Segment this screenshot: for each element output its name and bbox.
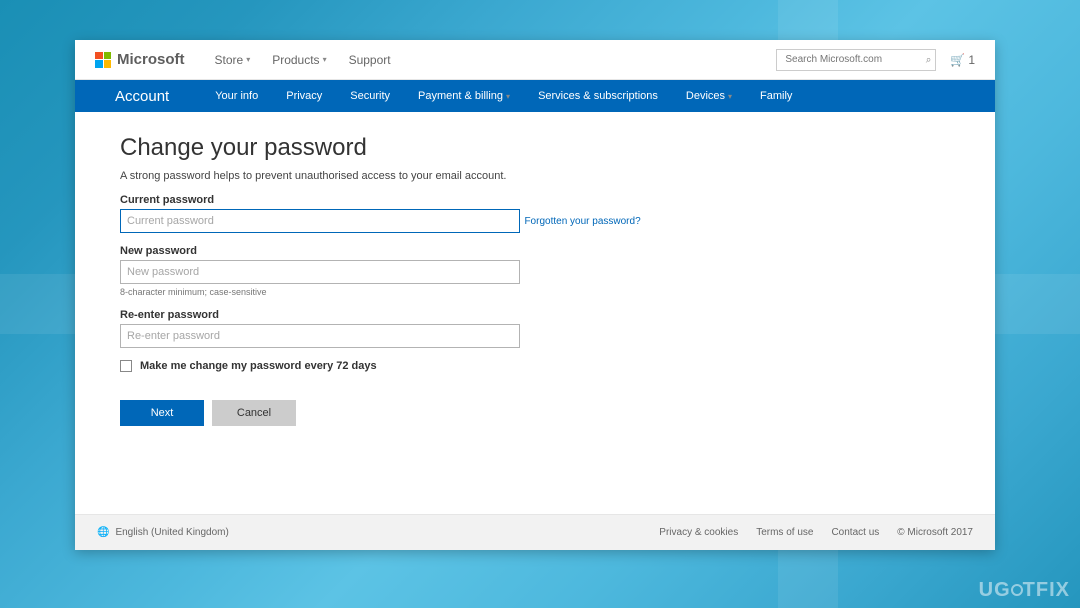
footer-terms-link[interactable]: Terms of use (756, 527, 813, 538)
top-menu: Store ▾ Products ▾ Support (215, 53, 391, 67)
chevron-down-icon: ▾ (728, 92, 732, 101)
footer-locale[interactable]: 🌐 English (United Kingdom) (97, 527, 229, 538)
change-interval-row: Make me change my password every 72 days (120, 360, 950, 372)
chevron-down-icon: ▾ (506, 92, 510, 101)
change-interval-checkbox[interactable] (120, 360, 132, 372)
microsoft-logo[interactable]: Microsoft (95, 51, 185, 68)
search-wrapper: ⌕ (776, 49, 936, 71)
cart-count: 1 (968, 53, 975, 67)
top-menu-support[interactable]: Support (349, 53, 391, 67)
button-row: Next Cancel (120, 400, 950, 426)
current-password-input[interactable] (120, 209, 520, 233)
footer: 🌐 English (United Kingdom) Privacy & coo… (75, 514, 995, 550)
page-title: Change your password (120, 134, 950, 162)
nav-devices[interactable]: Devices▾ (686, 90, 732, 102)
browser-window: Microsoft Store ▾ Products ▾ Support ⌕ 🛒… (75, 40, 995, 550)
reenter-password-input[interactable] (120, 324, 520, 348)
new-password-label: New password (120, 245, 950, 257)
footer-copyright: © Microsoft 2017 (897, 527, 973, 538)
chevron-down-icon: ▾ (246, 55, 250, 64)
current-password-label: Current password (120, 194, 950, 206)
change-interval-label: Make me change my password every 72 days (140, 360, 377, 372)
new-password-group: New password 8-character minimum; case-s… (120, 245, 950, 297)
account-heading: Account (115, 88, 169, 105)
cancel-button[interactable]: Cancel (212, 400, 296, 426)
cart-button[interactable]: 🛒 1 (950, 53, 975, 67)
watermark: UGTFIX (979, 579, 1070, 602)
new-password-hint: 8-character minimum; case-sensitive (120, 287, 950, 297)
brand-name: Microsoft (117, 51, 185, 68)
forgot-password-link[interactable]: Forgotten your password? (524, 216, 640, 227)
nav-family[interactable]: Family (760, 90, 792, 102)
nav-privacy[interactable]: Privacy (286, 90, 322, 102)
nav-your-info[interactable]: Your info (215, 90, 258, 102)
top-menu-store[interactable]: Store ▾ (215, 53, 251, 67)
search-input[interactable] (776, 49, 936, 71)
current-password-group: Current password Forgotten your password… (120, 194, 950, 233)
nav-payment-billing[interactable]: Payment & billing▾ (418, 90, 510, 102)
reenter-password-group: Re-enter password (120, 309, 950, 348)
top-menu-store-label: Store (215, 53, 244, 67)
next-button[interactable]: Next (120, 400, 204, 426)
chevron-down-icon: ▾ (323, 55, 327, 64)
locale-label: English (United Kingdom) (115, 527, 228, 538)
top-menu-support-label: Support (349, 53, 391, 67)
top-menu-products-label: Products (272, 53, 319, 67)
nav-security[interactable]: Security (350, 90, 390, 102)
cart-icon: 🛒 (950, 53, 965, 67)
main-content: Change your password A strong password h… (75, 112, 995, 514)
top-menu-products[interactable]: Products ▾ (272, 53, 326, 67)
top-right-controls: ⌕ 🛒 1 (776, 49, 975, 71)
footer-links: Privacy & cookies Terms of use Contact u… (659, 527, 973, 538)
reenter-password-label: Re-enter password (120, 309, 950, 321)
globe-icon: 🌐 (97, 527, 109, 538)
account-nav: Account Your info Privacy Security Payme… (75, 80, 995, 112)
footer-contact-link[interactable]: Contact us (831, 527, 879, 538)
footer-privacy-link[interactable]: Privacy & cookies (659, 527, 738, 538)
page-subtitle: A strong password helps to prevent unaut… (120, 170, 950, 182)
new-password-input[interactable] (120, 260, 520, 284)
top-bar: Microsoft Store ▾ Products ▾ Support ⌕ 🛒… (75, 40, 995, 80)
nav-services-subscriptions[interactable]: Services & subscriptions (538, 90, 658, 102)
microsoft-logo-icon (95, 52, 111, 68)
search-icon[interactable]: ⌕ (926, 54, 932, 65)
